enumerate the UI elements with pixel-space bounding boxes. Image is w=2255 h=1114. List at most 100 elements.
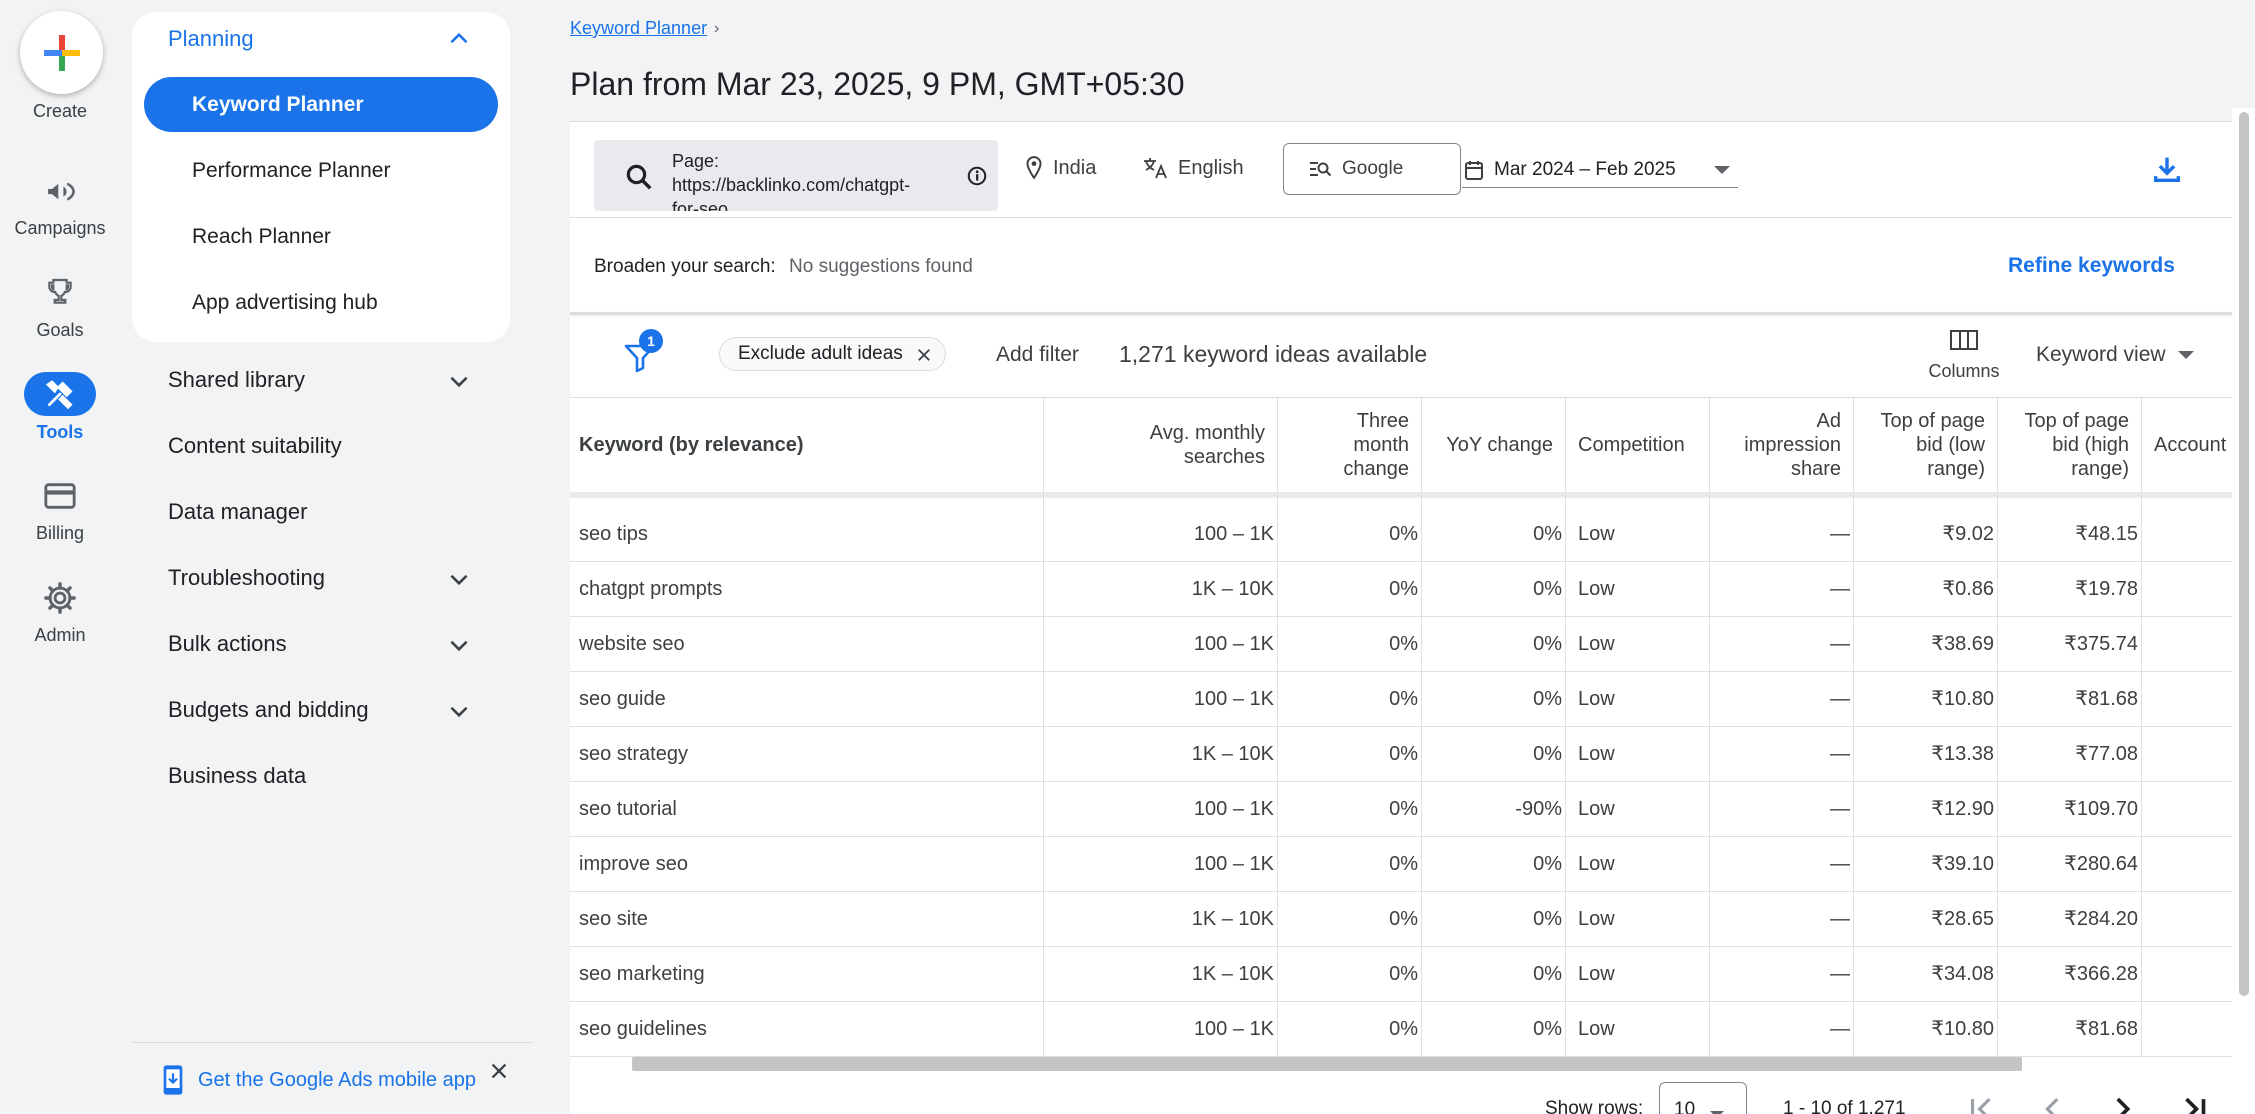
cell-ad-impression-share: — (1830, 1018, 1850, 1040)
th-account[interactable]: Account (2154, 398, 2232, 492)
column-divider (1853, 398, 1854, 1056)
nav-business-data[interactable]: Business data (168, 763, 306, 789)
nav-divider (132, 1042, 534, 1043)
rail-tools[interactable] (24, 372, 96, 416)
table-row[interactable]: improve seo 100 – 1K 0% 0% Low — ₹39.10 ₹280.64 (570, 837, 2232, 892)
nav-shared-library[interactable]: Shared library (168, 367, 305, 393)
cell-top-bid-high: ₹280.64 (2064, 853, 2138, 875)
cell-competition: Low (1578, 963, 1615, 985)
filter-chip-label: Exclude adult ideas (738, 343, 903, 364)
table-row[interactable]: seo guide 100 – 1K 0% 0% Low — ₹10.80 ₹81.68 (570, 672, 2232, 727)
table-row[interactable]: seo tutorial 100 – 1K 0% -90% Low — ₹12.90 ₹109… (570, 782, 2232, 837)
refine-keywords-button[interactable]: Refine keywords (2008, 254, 2175, 278)
cell-three-month-change: 0% (1389, 798, 1418, 820)
mobile-app-link[interactable]: Get the Google Ads mobile app (162, 1064, 476, 1096)
th-top-bid-high[interactable]: Top of page bid (high range) (1998, 398, 2141, 492)
th-competition[interactable]: Competition (1578, 398, 1708, 492)
date-range-selector[interactable]: Mar 2024 – Feb 2025 (1462, 152, 1738, 188)
table-row[interactable]: seo strategy 1K – 10K 0% 0% Low — ₹13.38 ₹77.08 (570, 727, 2232, 782)
rows-per-page-select[interactable]: 10 (1659, 1082, 1747, 1114)
rail-goals[interactable] (30, 270, 90, 314)
cell-avg-monthly-searches: 100 – 1K (1193, 633, 1274, 655)
translate-icon (1144, 158, 1167, 179)
horizontal-scrollbar[interactable] (632, 1057, 2022, 1071)
chevron-down-icon[interactable] (446, 368, 472, 394)
nav-troubleshooting[interactable]: Troubleshooting (168, 565, 325, 591)
chevron-down-icon[interactable] (446, 632, 472, 658)
cell-yoy-change: 0% (1533, 688, 1562, 710)
search-network-button[interactable]: Google (1283, 143, 1461, 195)
th-ad-impression-share[interactable]: Ad impression share (1710, 398, 1853, 492)
vertical-scroll-thumb[interactable] (2239, 112, 2249, 996)
nav-bulk-actions[interactable]: Bulk actions (168, 631, 287, 657)
rail-admin[interactable] (30, 576, 90, 620)
cell-top-bid-low: ₹13.38 (1931, 743, 1994, 765)
rail-billing[interactable] (30, 474, 90, 518)
cell-ad-impression-share: — (1830, 688, 1850, 710)
nav-reach-planner[interactable]: Reach Planner (144, 209, 498, 264)
columns-button[interactable]: Columns (1926, 328, 2002, 388)
last-page-icon[interactable] (2178, 1092, 2212, 1114)
cell-yoy-change: 0% (1533, 633, 1562, 655)
first-page-icon[interactable] (1964, 1092, 1998, 1114)
cell-competition: Low (1578, 853, 1615, 875)
cell-three-month-change: 0% (1389, 963, 1418, 985)
language-selector[interactable]: English (1142, 156, 1244, 180)
cell-avg-monthly-searches: 100 – 1K (1193, 1018, 1274, 1040)
rail-campaigns-label: Campaigns (14, 218, 106, 238)
cell-top-bid-low: ₹10.80 (1931, 688, 1994, 710)
close-icon[interactable] (915, 346, 933, 364)
filter-chip-exclude-adult[interactable]: Exclude adult ideas (719, 337, 946, 371)
column-divider (1709, 398, 1710, 1056)
cell-yoy-change: 0% (1533, 578, 1562, 600)
rail-goals-label: Goals (36, 320, 84, 340)
cell-avg-monthly-searches: 1K – 10K (1191, 908, 1274, 930)
th-avg-monthly-searches[interactable]: Avg. monthly searches (1044, 398, 1277, 492)
nav-content-suitability[interactable]: Content suitability (168, 433, 342, 459)
next-page-icon[interactable] (2105, 1092, 2139, 1114)
pager-range: 1 - 10 of 1,271 (1783, 1098, 1906, 1114)
table-row[interactable]: seo site 1K – 10K 0% 0% Low — ₹28.65 ₹284.20 (570, 892, 2232, 947)
table-row[interactable]: seo tips 100 – 1K 0% 0% Low — ₹9.02 ₹48.15 (570, 507, 2232, 562)
th-three-month-change[interactable]: Three month change (1278, 398, 1421, 492)
cell-top-bid-high: ₹109.70 (2064, 798, 2138, 820)
cell-top-bid-high: ₹81.68 (2075, 688, 2138, 710)
location-selector[interactable]: India (1025, 156, 1096, 180)
date-range-label: Mar 2024 – Feb 2025 (1494, 158, 1676, 180)
cell-top-bid-high: ₹284.20 (2064, 908, 2138, 930)
add-filter-button[interactable]: Add filter (996, 343, 1079, 367)
chevron-down-icon[interactable] (446, 566, 472, 592)
th-keyword[interactable]: Keyword (by relevance) (579, 398, 1043, 492)
cell-avg-monthly-searches: 100 – 1K (1193, 523, 1274, 545)
nav-performance-planner[interactable]: Performance Planner (144, 143, 498, 198)
rail-campaigns[interactable] (30, 170, 90, 214)
table-row[interactable]: chatgpt prompts 1K – 10K 0% 0% Low — ₹0.86 ₹19.… (570, 562, 2232, 617)
cell-keyword: website seo (579, 633, 685, 655)
cell-three-month-change: 0% (1389, 1018, 1418, 1040)
download-icon[interactable] (2150, 152, 2184, 186)
table-row[interactable]: website seo 100 – 1K 0% 0% Low — ₹38.69 ₹375.74 (570, 617, 2232, 672)
nav-app-advertising-hub[interactable]: App advertising hub (144, 275, 498, 330)
th-yoy-change[interactable]: YoY change (1422, 398, 1565, 492)
chevron-down-icon[interactable] (446, 698, 472, 724)
rows-per-page-value: 10 (1674, 1099, 1696, 1114)
keyword-view-selector[interactable]: Keyword view (2036, 343, 2194, 367)
table-row[interactable]: seo guidelines 100 – 1K 0% 0% Low — ₹10.80 ₹81.… (570, 1002, 2232, 1057)
plus-icon (43, 34, 80, 71)
location-pin-icon (1026, 156, 1042, 180)
create-button[interactable] (20, 11, 103, 94)
chevron-up-icon[interactable] (446, 26, 472, 52)
breadcrumb[interactable]: Keyword Planner (570, 18, 707, 39)
nav-budgets-and-bidding[interactable]: Budgets and bidding (168, 697, 369, 723)
nav-data-manager[interactable]: Data manager (168, 499, 307, 525)
nav-planning[interactable]: Planning (168, 26, 254, 52)
previous-page-icon[interactable] (2036, 1092, 2070, 1114)
create-label: Create (32, 101, 88, 121)
table-row[interactable]: seo marketing 1K – 10K 0% 0% Low — ₹34.08 ₹366.… (570, 947, 2232, 1002)
search-page-field[interactable]: Page: https://backlinko.com/chatgpt- for… (594, 140, 998, 211)
nav-keyword-planner[interactable]: Keyword Planner (144, 77, 498, 132)
info-icon[interactable] (966, 165, 988, 187)
th-top-bid-low[interactable]: Top of page bid (low range) (1854, 398, 1997, 492)
cell-competition: Low (1578, 1018, 1615, 1040)
close-icon[interactable] (488, 1060, 510, 1082)
